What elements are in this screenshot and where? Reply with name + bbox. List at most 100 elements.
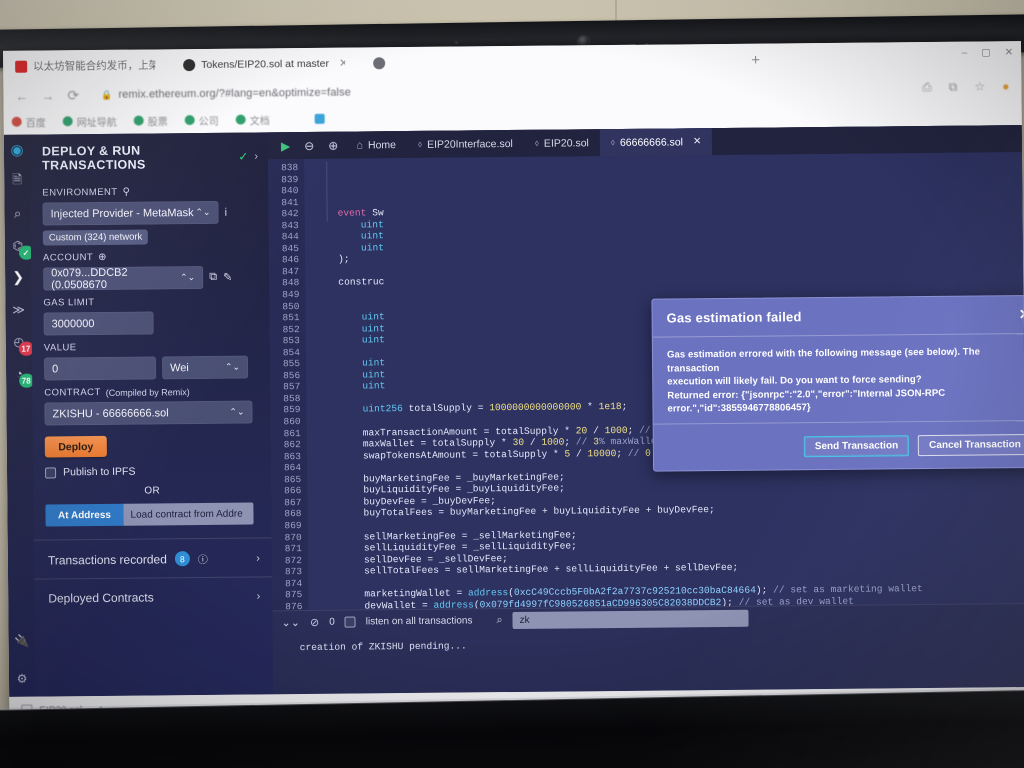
maximize-button[interactable]: ▢ [981,47,991,58]
file-explorer-icon[interactable]: 🗎 [9,173,26,190]
zoom-out-icon[interactable]: ⊖ [297,138,321,152]
account-label-text: ACCOUNT [42,252,94,264]
bookmark-item-5[interactable] [314,113,325,124]
publish-ipfs-checkbox[interactable] [45,466,57,479]
editor-tab-eip20interface[interactable]: ⬨ EIP20Interface.sol [407,130,524,158]
at-address-row: At Address Load contract from Addre [45,502,254,527]
terminal-search-value: zk [519,614,530,626]
line-number: 869 [284,519,302,532]
bookmark-star-icon[interactable]: ☆ [974,79,985,94]
unit-testing-icon[interactable]: ◔ 78 [11,365,34,388]
url-input[interactable]: 🔒 remix.ethereum.org/?#lang=en&optimize=… [92,77,909,106]
deployed-contracts-row[interactable]: Deployed Contracts › [34,577,272,616]
gear-icon [373,56,386,69]
browser-tab-1[interactable]: 以太坊智能合约发币，上架Uni ✕ [7,52,155,78]
browser-tab-2-title: Tokens/EIP20.sol at master [201,57,330,71]
modal-footer: Send Transaction Cancel Transaction [653,419,1024,471]
editor-tab-eip20[interactable]: ⬨ EIP20.sol [524,129,600,157]
bookmark-item-2[interactable]: 股票 [133,113,168,128]
line-number: 860 [283,416,301,428]
editor-tab-home-label: Home [367,138,397,151]
line-number: 849 [282,289,300,301]
back-button[interactable]: ← [15,88,28,103]
laptop-screen: 以太坊智能合约发币，上架Uni ✕ Tokens/EIP20.sol at ma… [3,41,1024,745]
extensions-icon[interactable]: ⧉ [949,79,958,94]
deploy-run-icon[interactable]: ❯ [10,269,27,286]
value-unit: Wei [170,361,189,374]
value-unit-select[interactable]: Wei ⌃⌄ [161,355,249,380]
cast-icon[interactable]: ⎙ [922,79,932,94]
browser-tab-3[interactable] [365,50,395,75]
profile-avatar[interactable]: ● [1002,79,1009,94]
bookmark-item-3[interactable]: 公司 [184,112,219,128]
bookmark-item-4[interactable]: 文档 [235,112,270,127]
transactions-info-icon[interactable]: ⓘ [198,551,208,566]
bookmark-favicon [62,116,73,127]
terminal-search-input[interactable]: zk [512,609,749,629]
new-tab-button[interactable]: + [751,52,760,69]
modal-close-icon[interactable]: ✕ [1019,306,1024,323]
line-number: 839 [281,173,299,185]
terminal-clear-icon[interactable]: ⊘ [310,615,319,628]
publish-ipfs-row[interactable]: Publish to IPFS [45,464,271,478]
deploy-button[interactable]: Deploy [44,435,107,458]
transactions-chevron-icon[interactable]: › [256,552,260,564]
solidity-compiler-icon[interactable]: ⌬ ✓ [9,237,34,260]
line-number: 872 [284,554,302,566]
forward-button[interactable]: → [41,88,54,103]
listen-all-transactions-checkbox[interactable] [344,616,356,628]
editor-area: ▶ ⊖ ⊕ ⌂ Home ⬨ EIP20Interface.sol ⬨ EIP2… [267,125,1024,695]
gas-limit-input[interactable]: 3000000 [43,311,154,336]
close-tab-icon[interactable]: ✕ [693,136,701,147]
transactions-recorded-label: Transactions recorded [47,551,167,567]
at-address-input[interactable]: Load contract from Addre [123,502,254,526]
contract-select[interactable]: ZKISHU - 66666666.sol ⌃⌄ [44,400,253,426]
account-select[interactable]: 0x079...DDCB2 (0.0508670 ⌃⌄ [43,265,204,291]
minimize-button[interactable]: – [962,48,968,59]
transactions-recorded-row[interactable]: Transactions recorded 8 ⓘ › [34,538,272,578]
chevron-updown-icon: ⌃⌄ [224,361,241,372]
plugin-manager-icon[interactable]: 🔌 [13,632,30,649]
bookmark-item-1[interactable]: 网址导航 [62,113,117,129]
value-input[interactable]: 0 [43,356,157,381]
bookmark-item-0[interactable]: 百度 [11,114,46,129]
environment-info-icon[interactable]: i [225,206,228,218]
zoom-in-icon[interactable]: ⊕ [321,138,345,152]
copy-account-icon[interactable]: ⧉ [209,271,217,284]
add-account-icon[interactable]: ⊕ [98,252,107,263]
line-number: 865 [283,473,302,485]
send-transaction-button[interactable]: Send Transaction [803,434,910,457]
settings-gear-icon[interactable]: ⚙ [13,670,30,687]
panel-title: DEPLOY & RUN TRANSACTIONS [41,143,146,173]
reload-button[interactable]: ⟳ [67,87,79,104]
environment-select[interactable]: Injected Provider - MetaMask ⌃⌄ [42,200,219,226]
at-address-button[interactable]: At Address [45,503,124,527]
line-number: 841 [281,196,299,208]
editor-tab-home[interactable]: ⌂ Home [345,131,407,159]
cancel-transaction-button[interactable]: Cancel Transaction [918,433,1024,456]
network-pill: Custom (324) network [42,229,149,246]
editor-tab-66666666[interactable]: ⬨ 66666666.sol ✕ [599,128,713,157]
youtube-icon [15,60,28,73]
browser-tab-2[interactable]: Tokens/EIP20.sol at master ✕ [175,51,345,78]
search-icon[interactable]: ⌕ [9,205,26,222]
browser-chrome: 以太坊智能合约发币，上架Uni ✕ Tokens/EIP20.sol at ma… [3,41,1022,135]
debugger-icon[interactable]: ≫ [10,301,27,318]
line-number: 862 [283,439,301,451]
close-tab-2-icon[interactable]: ✕ [339,57,345,70]
solidity-analyzer-icon[interactable]: ◴ 17 [10,333,34,356]
editor-tab-label: EIP20.sol [543,136,589,150]
sign-message-icon[interactable]: ✎ [223,271,232,284]
deployed-contracts-chevron-icon[interactable]: › [257,590,261,602]
close-window-button[interactable]: ✕ [1005,47,1013,58]
terminal-search-icon: ⌕ [496,613,503,626]
contract-sublabel: (Compiled by Remix) [105,386,190,398]
terminal-collapse-icon[interactable]: ⌄⌄ [281,616,300,629]
line-number: 851 [282,312,300,324]
remix-logo-icon[interactable]: ◉ [8,141,25,158]
run-script-icon[interactable]: ▶ [274,139,297,153]
modal-header: Gas estimation failed ✕ [652,295,1024,338]
panel-collapse-chevron-icon[interactable]: › [254,150,258,162]
environment-value: Injected Provider - MetaMask [50,206,194,220]
remix-ide: ◉ 🗎 ⌕ ⌬ ✓ ❯ ≫ ◴ 17 ◔ 78 🔌 ⚙ DEPLOY & RUN… [3,125,1024,697]
